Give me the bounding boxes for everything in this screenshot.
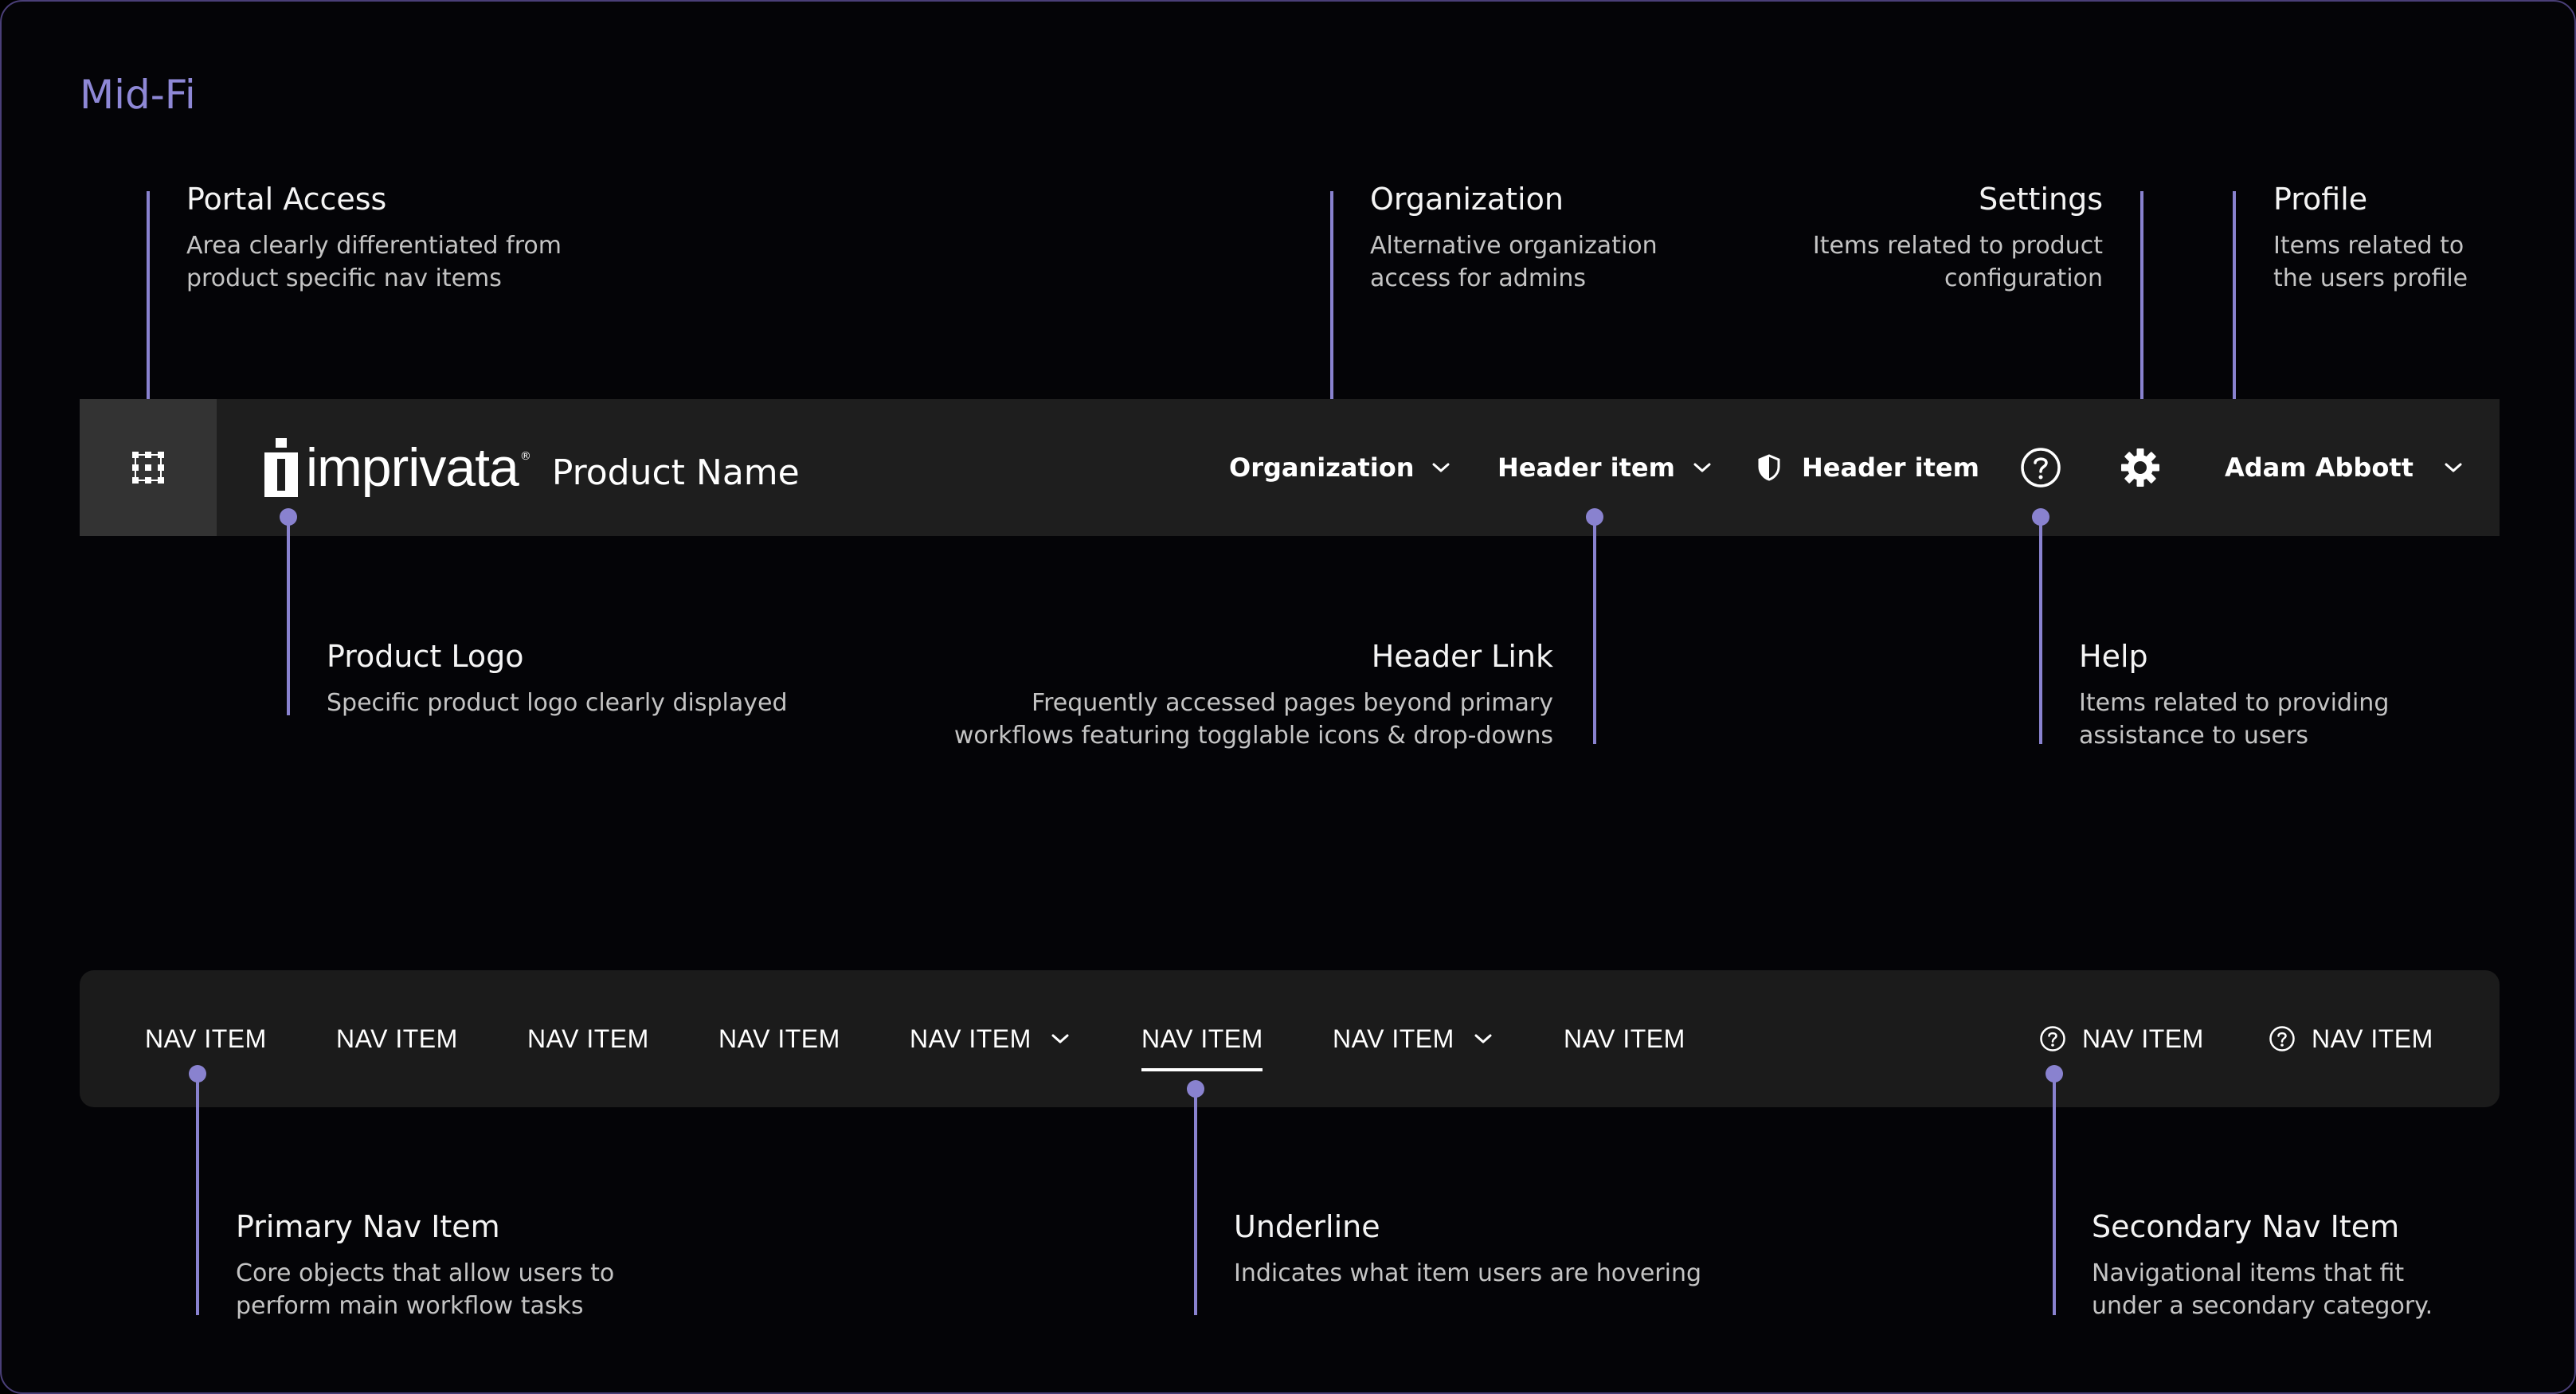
chevron-down-icon	[1693, 463, 1711, 472]
nav-active-underline	[1141, 1068, 1263, 1071]
nav-item-label: NAV ITEM	[2312, 1024, 2433, 1053]
callout-line	[1593, 516, 1596, 744]
nav-item-2[interactable]: NAV ITEM	[336, 970, 458, 1107]
canvas-frame: Mid-Fi Portal Access Area clearly differ…	[0, 0, 2576, 1394]
callout-description: Indicates what item users are hovering	[1234, 1259, 1702, 1287]
callout-description: Alternative organization access for admin…	[1370, 231, 1658, 292]
callout-title: Profile	[2273, 182, 2368, 217]
chevron-down-icon	[2445, 463, 2462, 472]
callout-description: Area clearly differentiated from product …	[186, 231, 562, 292]
brand-registered-mark: ®	[519, 450, 531, 463]
callout-portal-access: Portal Access Area clearly differentiate…	[186, 182, 562, 295]
nav-item-label: NAV ITEM	[718, 1024, 840, 1053]
product-name: Product Name	[551, 452, 800, 493]
callout-line	[196, 1073, 199, 1315]
callout-product-logo: Product Logo Specific product logo clear…	[327, 639, 788, 719]
organization-dropdown[interactable]: Organization	[1229, 399, 1450, 536]
nav-item-label: NAV ITEM	[2082, 1024, 2204, 1053]
header-item-label: Header item	[1802, 452, 1979, 483]
nav-item-4[interactable]: NAV ITEM	[718, 970, 840, 1107]
callout-line	[2140, 191, 2143, 422]
nav-item-label: NAV ITEM	[1564, 1024, 1685, 1053]
callout-settings: Settings Items related to product configu…	[1813, 182, 2103, 295]
callout-organization: Organization Alternative organization acc…	[1370, 182, 1658, 295]
callout-primary-nav: Primary Nav Item Core objects that allow…	[236, 1209, 614, 1322]
nav-item-label: NAV ITEM	[1333, 1024, 1454, 1053]
nav-item-label: NAV ITEM	[336, 1024, 458, 1053]
header-bar: imprivata ® Product Name Organization He…	[80, 399, 2500, 536]
profile-dropdown[interactable]: Adam Abbott	[2225, 399, 2463, 536]
profile-name: Adam Abbott	[2225, 452, 2414, 483]
callout-secondary-nav: Secondary Nav Item Navigational items th…	[2092, 1209, 2433, 1322]
secondary-nav-item-2[interactable]: NAV ITEM	[2269, 970, 2433, 1107]
chevron-down-icon	[1432, 463, 1450, 472]
nav-item-label: NAV ITEM	[910, 1024, 1032, 1053]
callout-line	[287, 516, 290, 715]
callout-title: Help	[2079, 639, 2148, 674]
callout-title: Secondary Nav Item	[2092, 1209, 2400, 1244]
page-title: Mid-Fi	[80, 72, 196, 118]
nav-item-label: NAV ITEM	[145, 1024, 267, 1053]
nav-item-5-dropdown[interactable]: NAV ITEM	[910, 970, 1070, 1107]
callout-help: Help Items related to providing assistanc…	[2079, 639, 2389, 752]
callout-line	[147, 191, 150, 422]
gear-icon	[2121, 448, 2159, 487]
nav-bar: NAV ITEM NAV ITEM NAV ITEM NAV ITEM NAV …	[80, 970, 2500, 1107]
header-item-label: Header item	[1497, 452, 1675, 483]
callout-title: Organization	[1370, 182, 1564, 217]
settings-button[interactable]	[2119, 399, 2162, 536]
product-logo[interactable]: imprivata ® Product Name	[264, 436, 800, 499]
callout-title: Portal Access	[186, 182, 387, 217]
callout-title: Primary Nav Item	[236, 1209, 500, 1244]
nav-item-8[interactable]: NAV ITEM	[1564, 970, 1685, 1107]
callout-title: Settings	[1979, 182, 2103, 217]
nav-item-1[interactable]: NAV ITEM	[145, 970, 267, 1107]
imprivata-logo-mark-icon	[264, 438, 298, 497]
chevron-down-icon	[1474, 1034, 1492, 1044]
callout-header-link: Header Link Frequently accessed pages be…	[954, 639, 1553, 752]
callout-line	[2039, 516, 2042, 744]
header-item-link[interactable]: Header item	[1757, 399, 1979, 536]
callout-underline: Underline Indicates what item users are …	[1234, 1209, 1701, 1290]
grid-icon	[132, 452, 164, 484]
help-icon	[2040, 1026, 2065, 1051]
chevron-down-icon	[1051, 1034, 1069, 1044]
help-icon	[2021, 448, 2061, 488]
header-item-dropdown[interactable]: Header item	[1497, 399, 1712, 536]
callout-profile: Profile Items related to the users profil…	[2273, 182, 2468, 295]
callout-description: Items related to providing assistance to …	[2079, 688, 2390, 750]
nav-item-label: NAV ITEM	[527, 1024, 649, 1053]
callout-line	[1330, 191, 1333, 422]
nav-item-label: NAV ITEM	[1141, 1024, 1263, 1053]
callout-title: Product Logo	[327, 639, 524, 674]
callout-description: Specific product logo clearly displayed	[327, 688, 788, 717]
callout-description: Frequently accessed pages beyond primary…	[953, 688, 1553, 750]
portal-access-button[interactable]	[80, 399, 217, 536]
callout-line	[2053, 1073, 2056, 1315]
callout-title: Underline	[1234, 1209, 1380, 1244]
nav-item-7-dropdown[interactable]: NAV ITEM	[1333, 970, 1493, 1107]
nav-item-3[interactable]: NAV ITEM	[527, 970, 649, 1107]
shield-icon	[1758, 454, 1780, 481]
brand-wordmark: imprivata	[306, 437, 519, 498]
help-icon	[2269, 1026, 2295, 1051]
callout-description: Navigational items that fit under a secon…	[2092, 1259, 2433, 1320]
callout-description: Core objects that allow users to perform …	[236, 1259, 615, 1320]
callout-line	[1194, 1088, 1197, 1315]
callout-title: Header Link	[1371, 639, 1553, 674]
callout-description: Items related to product configuration	[1812, 231, 2103, 292]
callout-line	[2233, 191, 2236, 422]
callout-description: Items related to the users profile	[2273, 231, 2468, 292]
organization-label: Organization	[1229, 452, 1415, 483]
secondary-nav-item-1[interactable]: NAV ITEM	[2039, 970, 2204, 1107]
